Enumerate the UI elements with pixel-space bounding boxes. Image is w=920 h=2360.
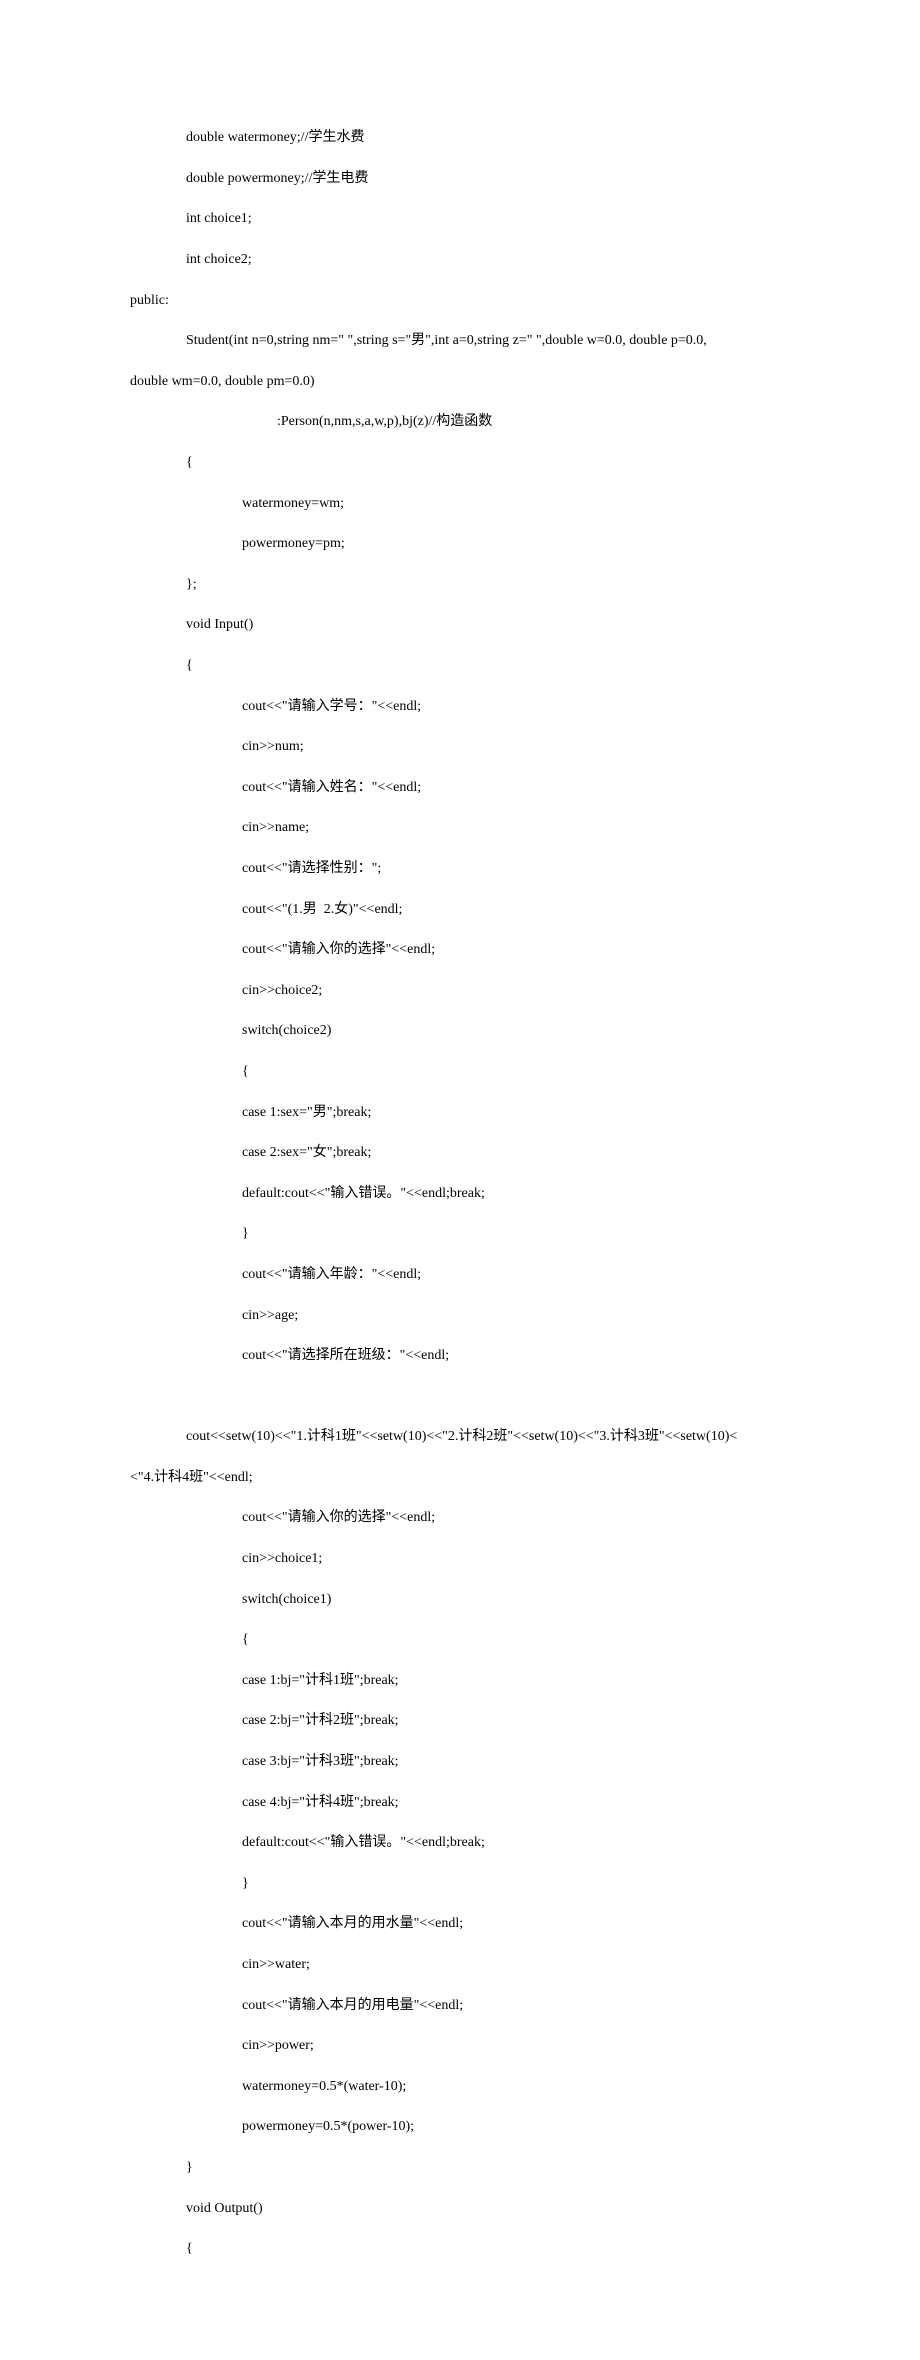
code-line: { xyxy=(130,453,790,473)
code-line: <"4.计科4班"<<endl; xyxy=(130,1468,790,1488)
code-line: public: xyxy=(130,291,790,311)
code-line: double powermoney;//学生电费 xyxy=(130,169,790,189)
code-page: double watermoney;//学生水费 double powermon… xyxy=(0,0,920,2360)
code-line: int choice1; xyxy=(130,209,790,229)
code-line: void Input() xyxy=(130,615,790,635)
code-line: } xyxy=(130,1874,790,1894)
code-line: cout<<"(1.男 2.女)"<<endl; xyxy=(130,900,790,920)
code-line: case 4:bj="计科4班";break; xyxy=(130,1793,790,1813)
code-line: cout<<"请输入姓名："<<endl; xyxy=(130,778,790,798)
code-line: cout<<"请选择性别："; xyxy=(130,859,790,879)
code-line: cin>>num; xyxy=(130,737,790,757)
code-line: watermoney=0.5*(water-10); xyxy=(130,2077,790,2097)
code-line: Student(int n=0,string nm=" ",string s="… xyxy=(130,331,790,351)
code-line: cout<<"请输入学号："<<endl; xyxy=(130,697,790,717)
code-line xyxy=(130,1387,790,1407)
code-line: case 1:bj="计科1班";break; xyxy=(130,1671,790,1691)
code-line: { xyxy=(130,656,790,676)
code-line: int choice2; xyxy=(130,250,790,270)
code-line: cout<<"请输入你的选择"<<endl; xyxy=(130,940,790,960)
code-line: } xyxy=(130,1224,790,1244)
code-line: default:cout<<"输入错误。"<<endl;break; xyxy=(130,1184,790,1204)
code-line: { xyxy=(130,2239,790,2259)
code-line: cout<<"请选择所在班级："<<endl; xyxy=(130,1346,790,1366)
code-line: case 3:bj="计科3班";break; xyxy=(130,1752,790,1772)
code-line: cin>>choice2; xyxy=(130,981,790,1001)
code-line: default:cout<<"输入错误。"<<endl;break; xyxy=(130,1833,790,1853)
code-line: cout<<"请输入年龄："<<endl; xyxy=(130,1265,790,1285)
code-line: case 1:sex="男";break; xyxy=(130,1103,790,1123)
code-line: case 2:bj="计科2班";break; xyxy=(130,1711,790,1731)
code-line: cout<<"请输入本月的用电量"<<endl; xyxy=(130,1996,790,2016)
code-line: cout<<"请输入你的选择"<<endl; xyxy=(130,1508,790,1528)
code-line: :Person(n,nm,s,a,w,p),bj(z)//构造函数 xyxy=(130,412,790,432)
code-line: void Output() xyxy=(130,2199,790,2219)
code-line: double watermoney;//学生水费 xyxy=(130,128,790,148)
code-line: powermoney=pm; xyxy=(130,534,790,554)
code-line: cin>>name; xyxy=(130,818,790,838)
code-line: cout<<"请输入本月的用水量"<<endl; xyxy=(130,1914,790,1934)
code-line: switch(choice1) xyxy=(130,1590,790,1610)
code-line: watermoney=wm; xyxy=(130,494,790,514)
code-line: cout<<setw(10)<<"1.计科1班"<<setw(10)<<"2.计… xyxy=(130,1427,790,1447)
code-line: } xyxy=(130,2158,790,2178)
code-line: cin>>water; xyxy=(130,1955,790,1975)
code-line: switch(choice2) xyxy=(130,1021,790,1041)
code-line: cin>>age; xyxy=(130,1306,790,1326)
code-line: { xyxy=(130,1630,790,1650)
code-line: }; xyxy=(130,575,790,595)
code-line: { xyxy=(130,1062,790,1082)
code-line: powermoney=0.5*(power-10); xyxy=(130,2117,790,2137)
code-line: double wm=0.0, double pm=0.0) xyxy=(130,372,790,392)
code-line: cin>>choice1; xyxy=(130,1549,790,1569)
code-line: cin>>power; xyxy=(130,2036,790,2056)
code-line: case 2:sex="女";break; xyxy=(130,1143,790,1163)
